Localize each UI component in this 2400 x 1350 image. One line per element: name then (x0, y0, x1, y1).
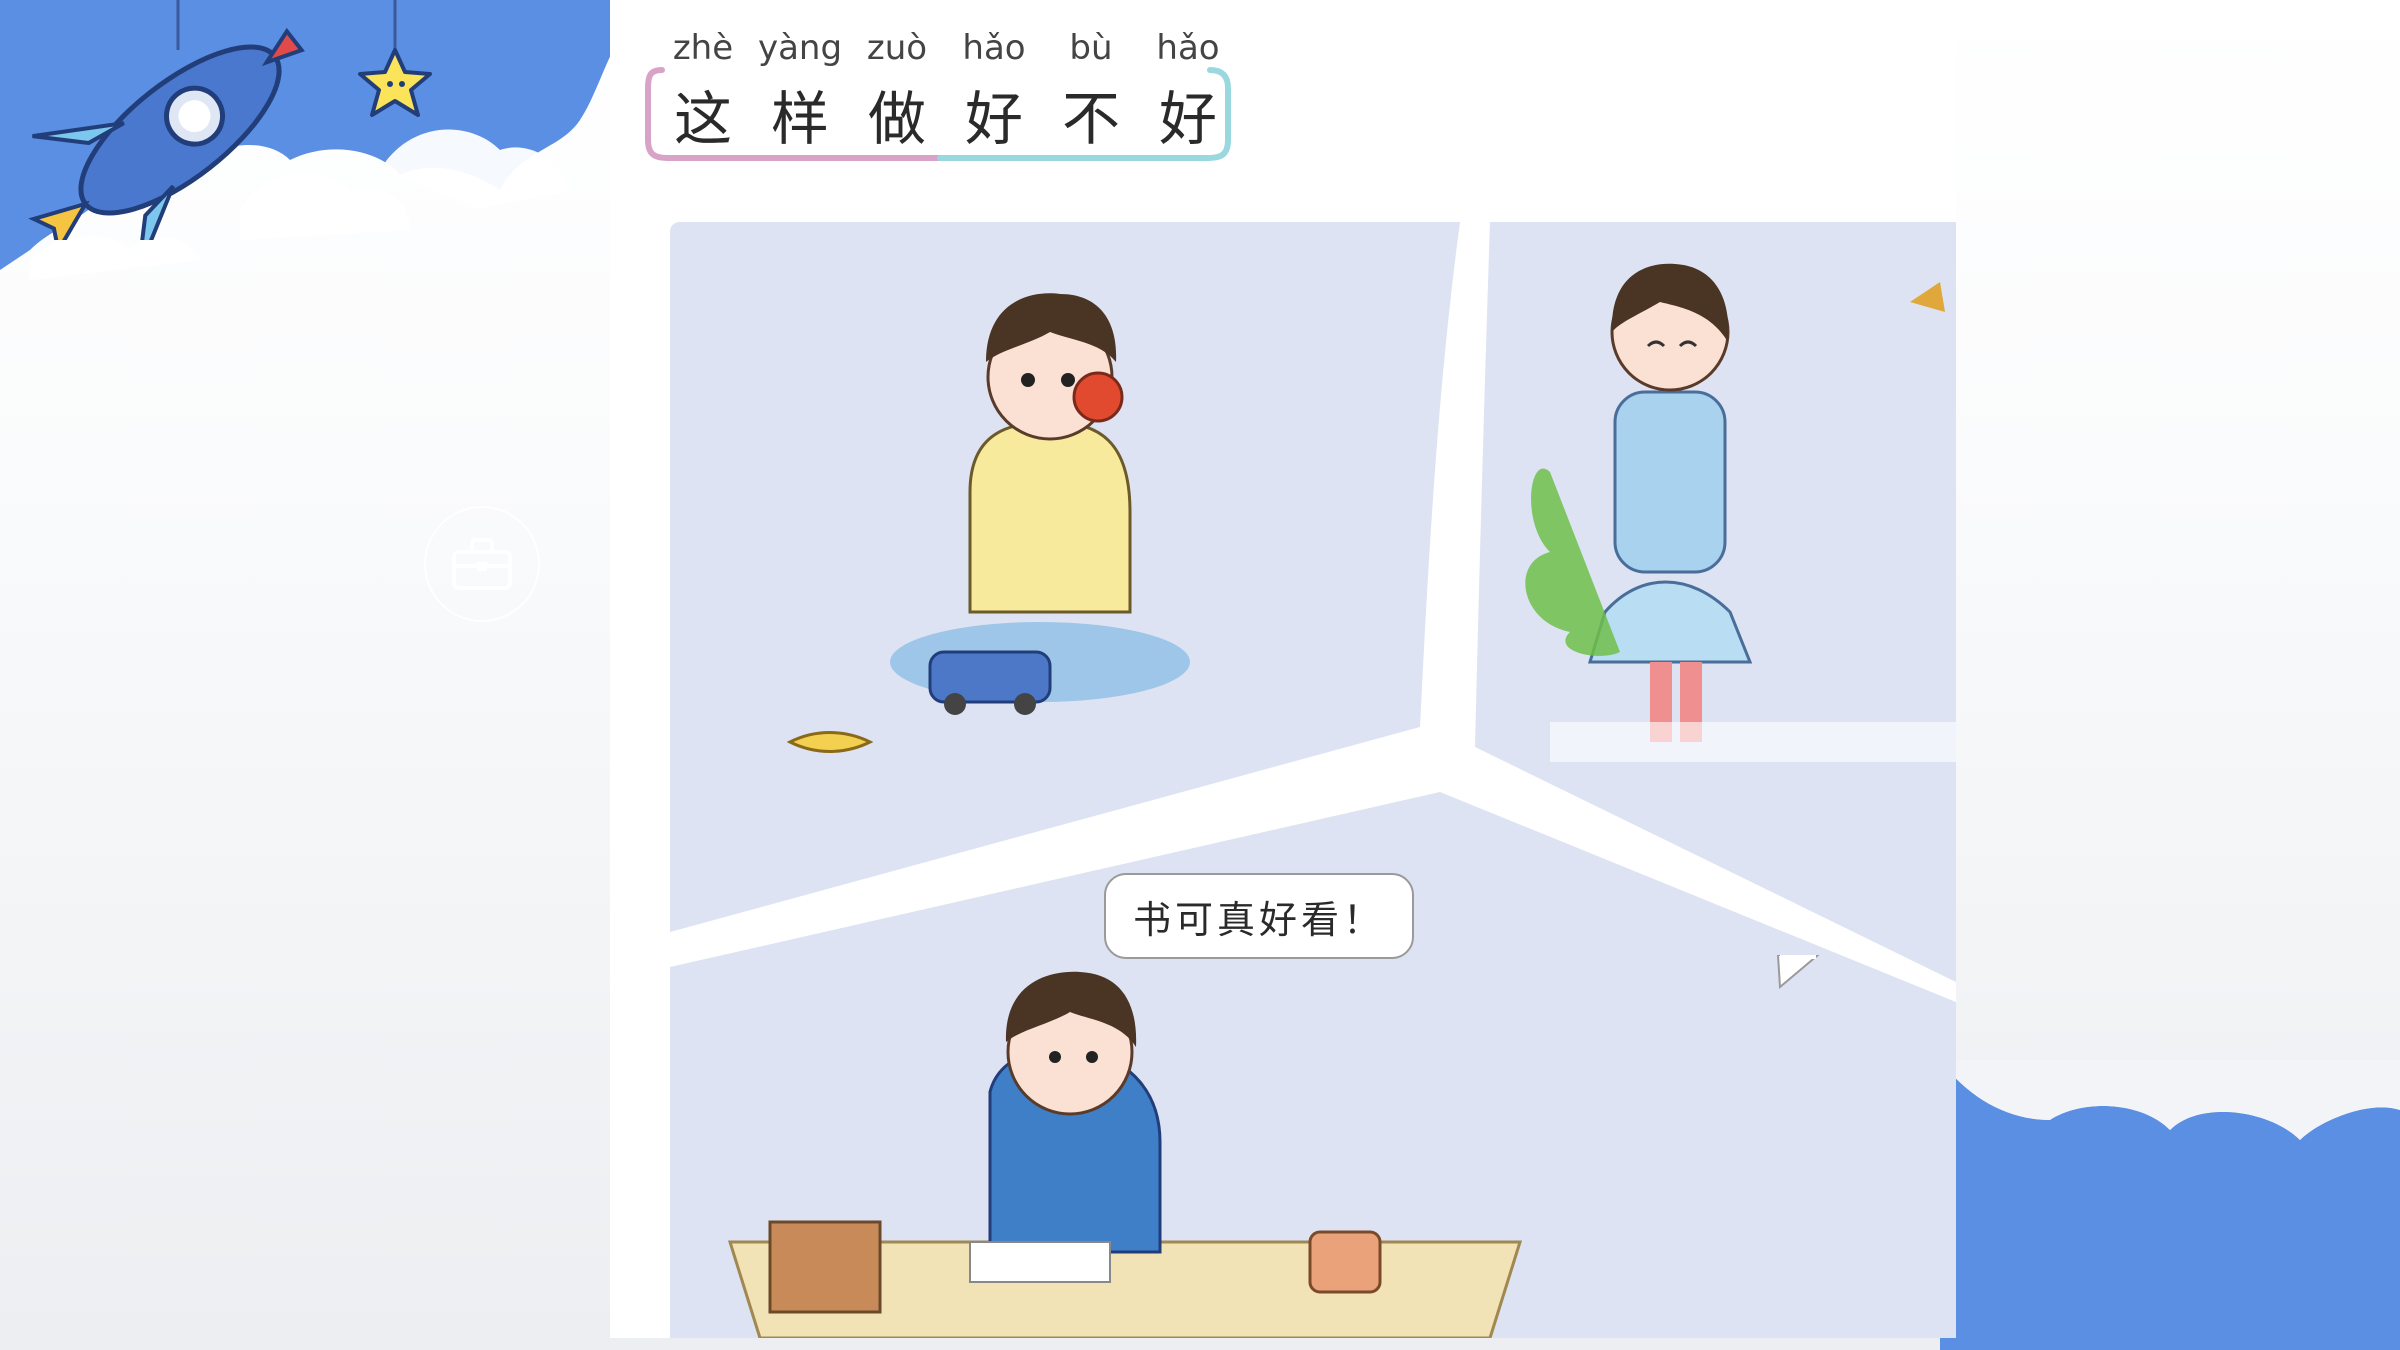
rocket-icon (28, 0, 305, 240)
textbook-page: zhè 这 yàng 样 zuò 做 hǎo 好 bù 不 hǎo 好 (610, 0, 1956, 1338)
bottom-right-sky-decoration (1940, 1060, 2400, 1350)
star-icon (358, 0, 432, 117)
hanzi: 好 (964, 85, 1023, 153)
hanzi: 样 (770, 85, 829, 153)
pinyin: bù (1069, 28, 1113, 68)
pinyin: yàng (757, 28, 843, 68)
hanzi: 好 (1158, 85, 1217, 153)
speech-bubble: 书可真好看！ (1104, 873, 1414, 959)
pinyin: zhè (672, 28, 734, 68)
lesson-title: zhè 这 yàng 样 zuò 做 hǎo 好 bù 不 hǎo 好 (640, 20, 1240, 161)
hanzi: 做 (867, 85, 926, 153)
toolbox-button[interactable] (424, 506, 540, 622)
speech-bubble-tail (1776, 955, 1820, 989)
comic-illustration (670, 222, 1956, 1338)
speech-bubble-text: 书可真好看！ (1132, 897, 1385, 942)
toolbox-icon (452, 538, 512, 590)
pinyin: hǎo (962, 28, 1026, 68)
pinyin: hǎo (1156, 28, 1220, 68)
hanzi: 这 (673, 85, 732, 153)
hanzi: 不 (1061, 85, 1120, 153)
pinyin: zuò (866, 28, 928, 68)
